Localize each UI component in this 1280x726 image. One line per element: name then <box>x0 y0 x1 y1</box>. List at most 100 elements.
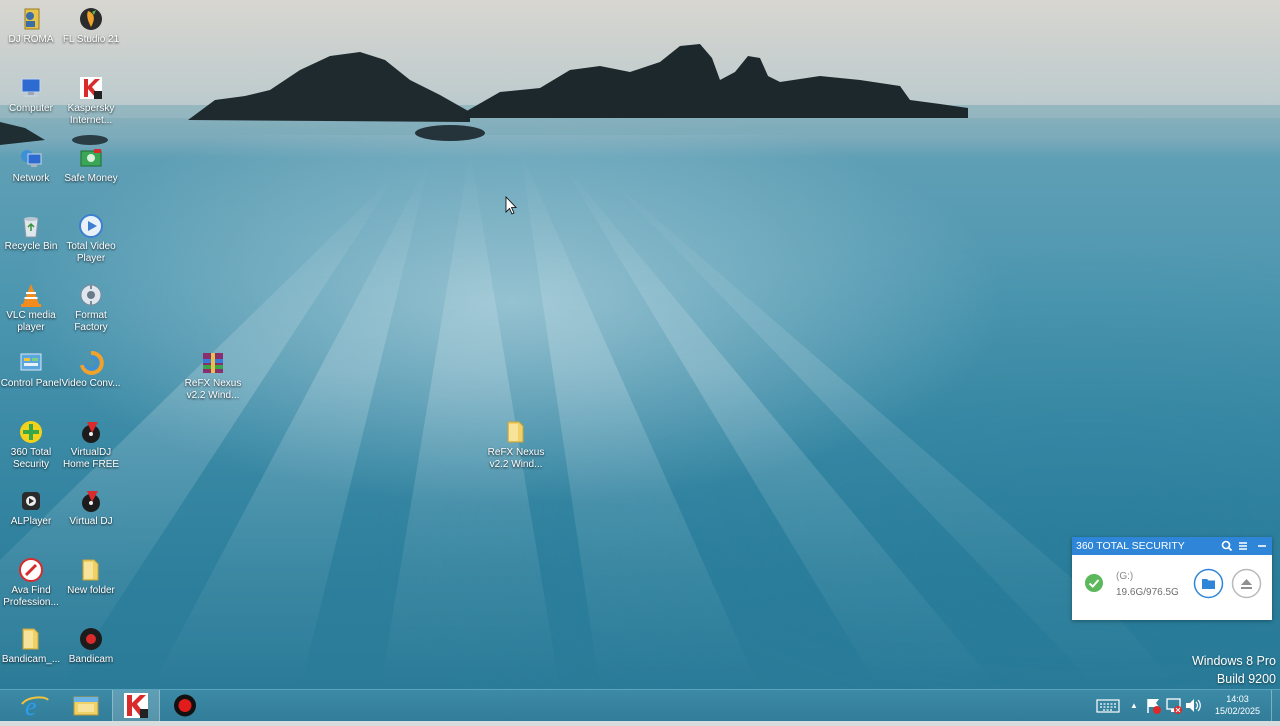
desktop-icon-refx-rar[interactable]: ReFX Nexus v2.2 Wind... <box>182 350 244 402</box>
desktop-icon-format-factory[interactable]: Format Factory <box>60 282 122 334</box>
desktop-icon-label: Format Factory <box>74 310 108 333</box>
desktop-icon-label: 360 Total Security <box>10 447 52 470</box>
desktop-icon-ava-find[interactable]: Ava Find Profession... <box>0 557 62 609</box>
control-panel-icon <box>20 353 42 371</box>
windows-version-watermark: Windows 8 Pro Build 9200 <box>1192 652 1276 688</box>
desktop-icon-refx-folder[interactable]: ReFX Nexus v2.2 Wind... <box>485 419 547 471</box>
desktop-icon-label: Recycle Bin <box>4 241 58 252</box>
show-hidden-icons-chevron[interactable]: ▲ <box>1128 690 1140 721</box>
desktop-icon-label: Virtual DJ <box>69 516 113 527</box>
dj-user-icon <box>24 8 40 30</box>
desktop-icon-label: Computer <box>9 103 53 114</box>
desktop-icon-video-conv[interactable]: Video Conv... <box>60 350 122 390</box>
volume-icon[interactable] <box>1184 690 1202 721</box>
desktop-icon-fl-studio[interactable]: FL Studio 21 <box>60 6 122 46</box>
video-converter-icon <box>80 350 104 375</box>
desktop-icon-label: ReFX Nexus v2.2 Wind... <box>487 447 545 470</box>
desktop-icon-label: VirtualDJ Home FREE <box>62 447 120 470</box>
desktop-icon-virtual-dj[interactable]: Virtual DJ <box>60 488 122 528</box>
format-factory-icon <box>80 284 102 306</box>
menu-icon[interactable] <box>1236 539 1250 553</box>
desktop-icon-total-video-player[interactable]: Total Video Player <box>60 213 122 265</box>
desktop-icon-label: Network <box>12 173 50 184</box>
desktop-icon-bandicam[interactable]: Bandicam <box>60 626 122 666</box>
taskbar-clock[interactable]: 14:03 15/02/2025 <box>1215 693 1260 717</box>
record-icon <box>174 694 196 717</box>
360-security-icon <box>20 421 42 443</box>
taskbar: e ▲ 14:03 15/02/2025 <box>0 689 1280 721</box>
action-center-flag-icon[interactable] <box>1145 690 1163 721</box>
desktop-icon-label: ReFX Nexus v2.2 Wind... <box>184 378 242 401</box>
desktop-icon-virtualdj-home[interactable]: VirtualDJ Home FREE <box>60 419 122 471</box>
kaspersky-icon <box>80 77 102 99</box>
vlc-cone-icon <box>21 284 41 307</box>
file-explorer-icon <box>73 696 99 716</box>
desktop-icon-bandicam-folder[interactable]: Bandicam_... <box>0 626 62 666</box>
security-widget-header: 360 TOTAL SECURITY <box>1072 537 1272 555</box>
security-drive-widget: 360 TOTAL SECURITY (G:) 19.6G/976.5G <box>1072 537 1272 620</box>
internet-explorer-icon: e <box>21 692 49 721</box>
desktop-icon-kaspersky[interactable]: Kaspersky Internet... <box>60 75 122 127</box>
clock-date: 15/02/2025 <box>1214 706 1260 716</box>
desktop-icon-computer[interactable]: Computer <box>0 75 62 115</box>
desktop-icon-control-panel[interactable]: Control Panel <box>0 350 62 390</box>
desktop-icon-label: Control Panel <box>0 378 62 389</box>
eject-button[interactable] <box>1231 568 1262 599</box>
desktop-icon-label: Bandicam <box>68 654 114 665</box>
desktop-icon-label: DJ ROMA <box>8 34 54 45</box>
taskbar-internet-explorer[interactable]: e <box>14 690 58 721</box>
security-widget-title: 360 TOTAL SECURITY <box>1076 540 1185 552</box>
desktop-icon-label: Kaspersky Internet... <box>67 103 115 126</box>
kaspersky-icon <box>124 693 148 718</box>
ava-find-icon <box>19 558 43 582</box>
desktop-icon-new-folder[interactable]: New folder <box>60 557 122 597</box>
desktop-icon-safe-money[interactable]: Safe Money <box>60 145 122 185</box>
fl-studio-icon <box>80 8 102 30</box>
open-folder-button[interactable] <box>1193 568 1224 599</box>
desktop-icon-label: FL Studio 21 <box>62 34 120 45</box>
desktop-icon-label: Ava Find Profession... <box>3 585 59 608</box>
computer-icon <box>21 78 41 97</box>
mouse-cursor <box>505 196 517 215</box>
desktop-icon-dj-roma[interactable]: DJ ROMA <box>0 6 62 46</box>
drive-letter: (G:) <box>1116 571 1134 582</box>
search-icon[interactable] <box>1220 539 1234 553</box>
desktop-icon-label: New folder <box>67 585 115 596</box>
drive-usage: 19.6G/976.5G <box>1116 587 1179 598</box>
desktop-icon-label: Video Conv... <box>61 378 121 389</box>
desktop-icon-recycle-bin[interactable]: Recycle Bin <box>0 213 62 253</box>
network-status-icon[interactable] <box>1165 690 1183 721</box>
recycle-bin-icon <box>23 217 39 238</box>
safe-money-icon <box>80 149 102 167</box>
desktop-icon-vlc[interactable]: VLC media player <box>0 282 62 334</box>
watermark-edition: Windows 8 Pro <box>1191 654 1276 668</box>
desktop-icon-label: ALPlayer <box>10 516 52 527</box>
folder-icon <box>22 628 39 650</box>
bandicam-icon <box>80 628 102 650</box>
clock-time: 14:03 <box>1226 694 1249 704</box>
watermark-build: Build 9200 <box>1216 672 1276 686</box>
desktop-icon-label: Bandicam_... <box>1 654 61 665</box>
desktop-icon-alplayer[interactable]: ALPlayer <box>0 488 62 528</box>
winrar-archive-icon <box>203 353 223 373</box>
check-status-icon <box>1085 574 1103 592</box>
alplayer-icon <box>22 492 40 510</box>
desktop-icon-label: Total Video Player <box>66 241 116 264</box>
folder-icon <box>82 559 99 581</box>
virtualdj-icon <box>82 491 100 512</box>
desktop-icon-label: VLC media player <box>6 310 56 333</box>
taskbar-kaspersky[interactable] <box>112 690 160 721</box>
svg-text:e: e <box>25 692 37 721</box>
taskbar-file-explorer[interactable] <box>64 690 108 721</box>
desktop-icon-network[interactable]: Network <box>0 145 62 185</box>
minimize-icon[interactable] <box>1255 539 1269 553</box>
network-icon <box>21 150 42 167</box>
virtualdj-icon <box>82 422 100 443</box>
show-desktop-button[interactable] <box>1271 690 1280 721</box>
desktop-icon-label: Safe Money <box>64 173 118 184</box>
keyboard-icon[interactable] <box>1096 690 1120 721</box>
folder-icon <box>507 421 524 443</box>
desktop-icon-360-total-security[interactable]: 360 Total Security <box>0 419 62 471</box>
video-player-icon <box>79 214 103 238</box>
taskbar-bandicam[interactable] <box>163 690 207 721</box>
